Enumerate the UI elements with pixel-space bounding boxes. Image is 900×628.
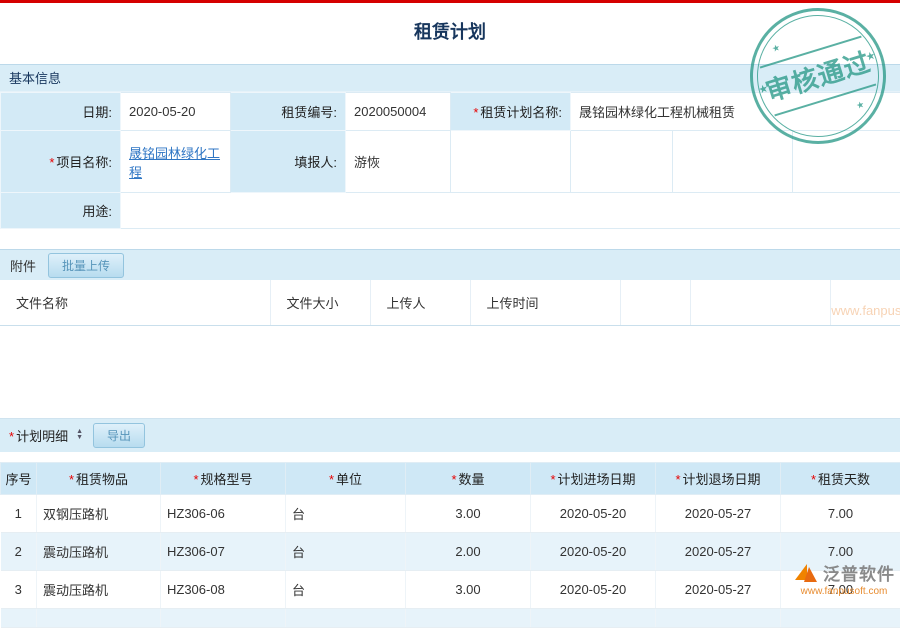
attach-col-filesize: 文件大小 bbox=[270, 280, 370, 326]
basic-info-title: 基本信息 bbox=[9, 71, 61, 86]
required-asterisk: * bbox=[69, 472, 74, 487]
project-value-cell: 晟铭园林绿化工程 bbox=[121, 131, 231, 193]
cell-seq: 1 bbox=[1, 494, 37, 532]
vendor-watermark: 泛普软件 www.fanpusoft.com bbox=[793, 560, 895, 597]
cell-seq: 2 bbox=[1, 532, 37, 570]
cell-model: HZ306-08 bbox=[161, 570, 286, 608]
plan-details-table: 序号 *租赁物品 *规格型号 *单位 *数量 *计划进场日期 *计划退场日期 *… bbox=[0, 462, 900, 628]
required-asterisk: * bbox=[550, 472, 555, 487]
cell-qty: 3.00 bbox=[406, 494, 531, 532]
section-attachments: 附件 批量上传 bbox=[0, 249, 900, 280]
attach-col-empty bbox=[620, 280, 690, 326]
cell-qty: 3.00 bbox=[406, 570, 531, 608]
plan-name-value: 晟铭园林绿化工程机械租赁 bbox=[571, 93, 900, 131]
cell-start-date: 2020-05-20 bbox=[531, 570, 656, 608]
cell-model: HZ306-06 bbox=[161, 494, 286, 532]
col-unit: *单位 bbox=[286, 462, 406, 494]
attachments-empty-row bbox=[0, 326, 900, 374]
table-row-partial bbox=[1, 608, 900, 627]
date-value: 2020-05-20 bbox=[121, 93, 231, 131]
purpose-label: 用途: bbox=[1, 193, 121, 229]
export-button[interactable]: 导出 bbox=[93, 423, 145, 448]
cell-qty: 2.00 bbox=[406, 532, 531, 570]
basic-info-table: 日期: 2020-05-20 租赁编号: 2020050004 *租赁计划名称:… bbox=[0, 92, 900, 229]
cell-end-date: 2020-05-27 bbox=[656, 570, 781, 608]
cell-item: 震动压路机 bbox=[37, 570, 161, 608]
col-seq: 序号 bbox=[1, 462, 37, 494]
empty-cell bbox=[451, 131, 571, 193]
required-asterisk: * bbox=[451, 472, 456, 487]
rental-no-value: 2020050004 bbox=[346, 93, 451, 131]
attachments-title: 附件 bbox=[10, 256, 36, 275]
empty-cell bbox=[571, 131, 673, 193]
cell-unit: 台 bbox=[286, 532, 406, 570]
required-asterisk: * bbox=[9, 429, 14, 444]
col-days: *租赁天数 bbox=[781, 462, 900, 494]
project-link[interactable]: 晟铭园林绿化工程 bbox=[129, 146, 220, 180]
section-plan-details: *计划明细 ▲▼ 导出 bbox=[0, 418, 900, 452]
cell-end-date: 2020-05-27 bbox=[656, 494, 781, 532]
cell-unit: 台 bbox=[286, 570, 406, 608]
cell-days: 7.00 bbox=[781, 494, 900, 532]
required-asterisk: * bbox=[473, 105, 478, 120]
section-basic-info: 基本信息 bbox=[0, 64, 900, 92]
project-label: *项目名称: bbox=[1, 131, 121, 193]
vendor-name: 泛普软件 bbox=[823, 560, 895, 585]
reporter-label: 填报人: bbox=[231, 131, 346, 193]
empty-cell bbox=[673, 131, 793, 193]
plan-name-label: *租赁计划名称: bbox=[451, 93, 571, 131]
col-model: *规格型号 bbox=[161, 462, 286, 494]
reporter-value: 游恢 bbox=[346, 131, 451, 193]
attach-col-filename: 文件名称 bbox=[0, 280, 270, 326]
page-title: 租赁计划 bbox=[0, 3, 900, 64]
attach-col-empty bbox=[690, 280, 830, 326]
col-start-date: *计划进场日期 bbox=[531, 462, 656, 494]
required-asterisk: * bbox=[811, 472, 816, 487]
attach-col-uploader: 上传人 bbox=[370, 280, 470, 326]
cell-start-date: 2020-05-20 bbox=[531, 494, 656, 532]
col-qty: *数量 bbox=[406, 462, 531, 494]
detail-header-row: 序号 *租赁物品 *规格型号 *单位 *数量 *计划进场日期 *计划退场日期 *… bbox=[1, 462, 900, 494]
cell-item: 双钢压路机 bbox=[37, 494, 161, 532]
batch-upload-button[interactable]: 批量上传 bbox=[48, 253, 124, 278]
date-label: 日期: bbox=[1, 93, 121, 131]
required-asterisk: * bbox=[329, 472, 334, 487]
vendor-url: www.fanpusoft.com bbox=[793, 586, 895, 597]
cell-item: 震动压路机 bbox=[37, 532, 161, 570]
sort-toggle-icon[interactable]: ▲▼ bbox=[76, 429, 83, 441]
col-item: *租赁物品 bbox=[37, 462, 161, 494]
attach-col-empty bbox=[830, 280, 900, 326]
required-asterisk: * bbox=[675, 472, 680, 487]
col-end-date: *计划退场日期 bbox=[656, 462, 781, 494]
required-asterisk: * bbox=[193, 472, 198, 487]
fanpu-logo-icon bbox=[793, 562, 819, 584]
cell-model: HZ306-07 bbox=[161, 532, 286, 570]
cell-unit: 台 bbox=[286, 494, 406, 532]
cell-start-date: 2020-05-20 bbox=[531, 532, 656, 570]
table-row: 3 震动压路机 HZ306-08 台 3.00 2020-05-20 2020-… bbox=[1, 570, 900, 608]
cell-end-date: 2020-05-27 bbox=[656, 532, 781, 570]
required-asterisk: * bbox=[49, 155, 54, 170]
cell-seq: 3 bbox=[1, 570, 37, 608]
plan-details-title: *计划明细 bbox=[9, 426, 68, 445]
attach-col-uploadtime: 上传时间 bbox=[470, 280, 620, 326]
rental-no-label: 租赁编号: bbox=[231, 93, 346, 131]
table-row: 1 双钢压路机 HZ306-06 台 3.00 2020-05-20 2020-… bbox=[1, 494, 900, 532]
empty-cell bbox=[793, 131, 900, 193]
table-row: 2 震动压路机 HZ306-07 台 2.00 2020-05-20 2020-… bbox=[1, 532, 900, 570]
purpose-value bbox=[121, 193, 900, 229]
attachments-table: 文件名称 文件大小 上传人 上传时间 bbox=[0, 280, 900, 374]
